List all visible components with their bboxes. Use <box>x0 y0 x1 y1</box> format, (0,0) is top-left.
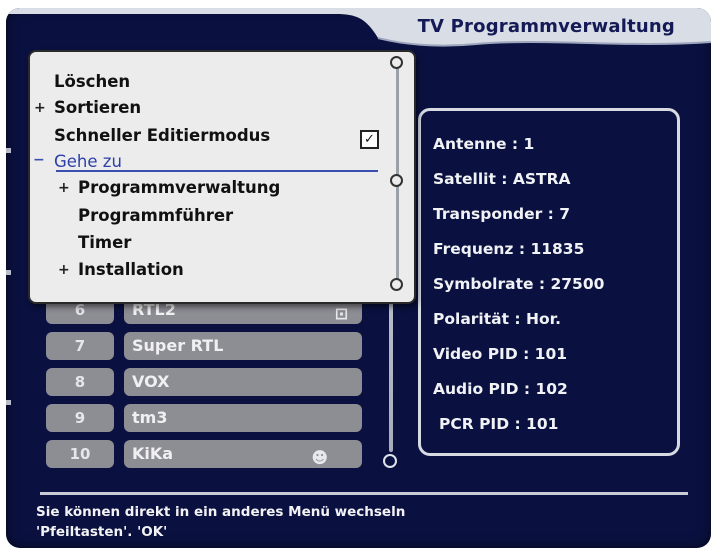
menu-scroll-top-knob[interactable] <box>390 56 403 69</box>
menu-item-schneller-editiermodus[interactable]: Schneller Editiermodus <box>54 126 270 145</box>
channel-info-panel: Antenne : 1 Satellit : ASTRA Transponder… <box>418 108 680 456</box>
menu-item-sortieren[interactable]: Sortieren <box>54 98 141 117</box>
info-video-pid: Video PID : 101 <box>433 345 568 363</box>
channel-name: Super RTL <box>132 336 224 355</box>
status-bar: Sie können direkt in ein anderes Menü we… <box>6 492 711 548</box>
channel-number: 8 <box>46 368 114 396</box>
status-hint-line1: Sie können direkt in ein anderes Menü we… <box>36 504 406 520</box>
expand-plus-icon: + <box>34 100 46 116</box>
channel-number: 7 <box>46 332 114 360</box>
edge-tick <box>6 400 11 405</box>
page-title: TV Programmverwaltung <box>417 16 675 37</box>
info-satellite: Satellit : ASTRA <box>433 170 571 188</box>
menu-scrollbar[interactable] <box>396 60 399 286</box>
channel-name: KiKa <box>132 444 174 463</box>
info-polarity: Polarität : Hor. <box>433 310 561 328</box>
tv-screen: TV Programmverwaltung 6 RTL2 ⊡ 7 Super R… <box>0 0 717 556</box>
edge-tick <box>6 270 11 275</box>
info-audio-pid: Audio PID : 102 <box>433 380 568 398</box>
checkbox-icon[interactable]: ✓ <box>360 130 379 149</box>
channel-name: tm3 <box>132 408 168 427</box>
info-symbolrate: Symbolrate : 27500 <box>433 275 605 293</box>
menu-scroll-thumb[interactable] <box>390 174 403 187</box>
channel-name-box: VOX <box>124 368 362 396</box>
expand-plus-icon: + <box>58 180 70 196</box>
menu-item-installation[interactable]: Installation <box>78 260 184 279</box>
menu-scroll-bottom-knob[interactable] <box>390 278 403 291</box>
title-bar: TV Programmverwaltung <box>6 8 711 50</box>
channel-name: VOX <box>132 372 170 391</box>
status-divider <box>40 492 688 495</box>
menu-item-timer[interactable]: Timer <box>78 233 131 252</box>
smiley-icon: ☻ <box>311 448 328 467</box>
tv-frame: TV Programmverwaltung 6 RTL2 ⊡ 7 Super R… <box>6 8 711 548</box>
channel-name-box: tm3 <box>124 404 362 432</box>
menu-item-loeschen[interactable]: Löschen <box>54 72 130 91</box>
channel-number: 9 <box>46 404 114 432</box>
edge-tick <box>6 148 11 153</box>
info-antenna: Antenne : 1 <box>433 135 535 153</box>
info-frequency: Frequenz : 11835 <box>433 240 585 258</box>
channel-name-box: Super RTL <box>124 332 362 360</box>
info-pcr-pid: PCR PID : 101 <box>439 415 559 433</box>
status-hint-line2: 'Pfeiltasten'. 'OK' <box>36 524 168 540</box>
menu-item-programmverwaltung[interactable]: Programmverwaltung <box>78 178 280 197</box>
menu-item-programmfuehrer[interactable]: Programmführer <box>78 206 233 225</box>
lock-icon: ⊡ <box>334 304 348 323</box>
scroll-bottom-knob[interactable] <box>383 454 397 468</box>
info-transponder: Transponder : 7 <box>433 205 571 223</box>
menu-item-gehe-zu[interactable]: Gehe zu <box>54 152 122 171</box>
channel-number: 10 <box>46 440 114 468</box>
selection-highlight <box>56 170 378 172</box>
collapse-minus-icon: − <box>33 152 45 168</box>
expand-plus-icon: + <box>58 262 70 278</box>
context-menu: Löschen + Sortieren Schneller Editiermod… <box>28 50 416 304</box>
channel-name-box: KiKa ☻ <box>124 440 362 468</box>
